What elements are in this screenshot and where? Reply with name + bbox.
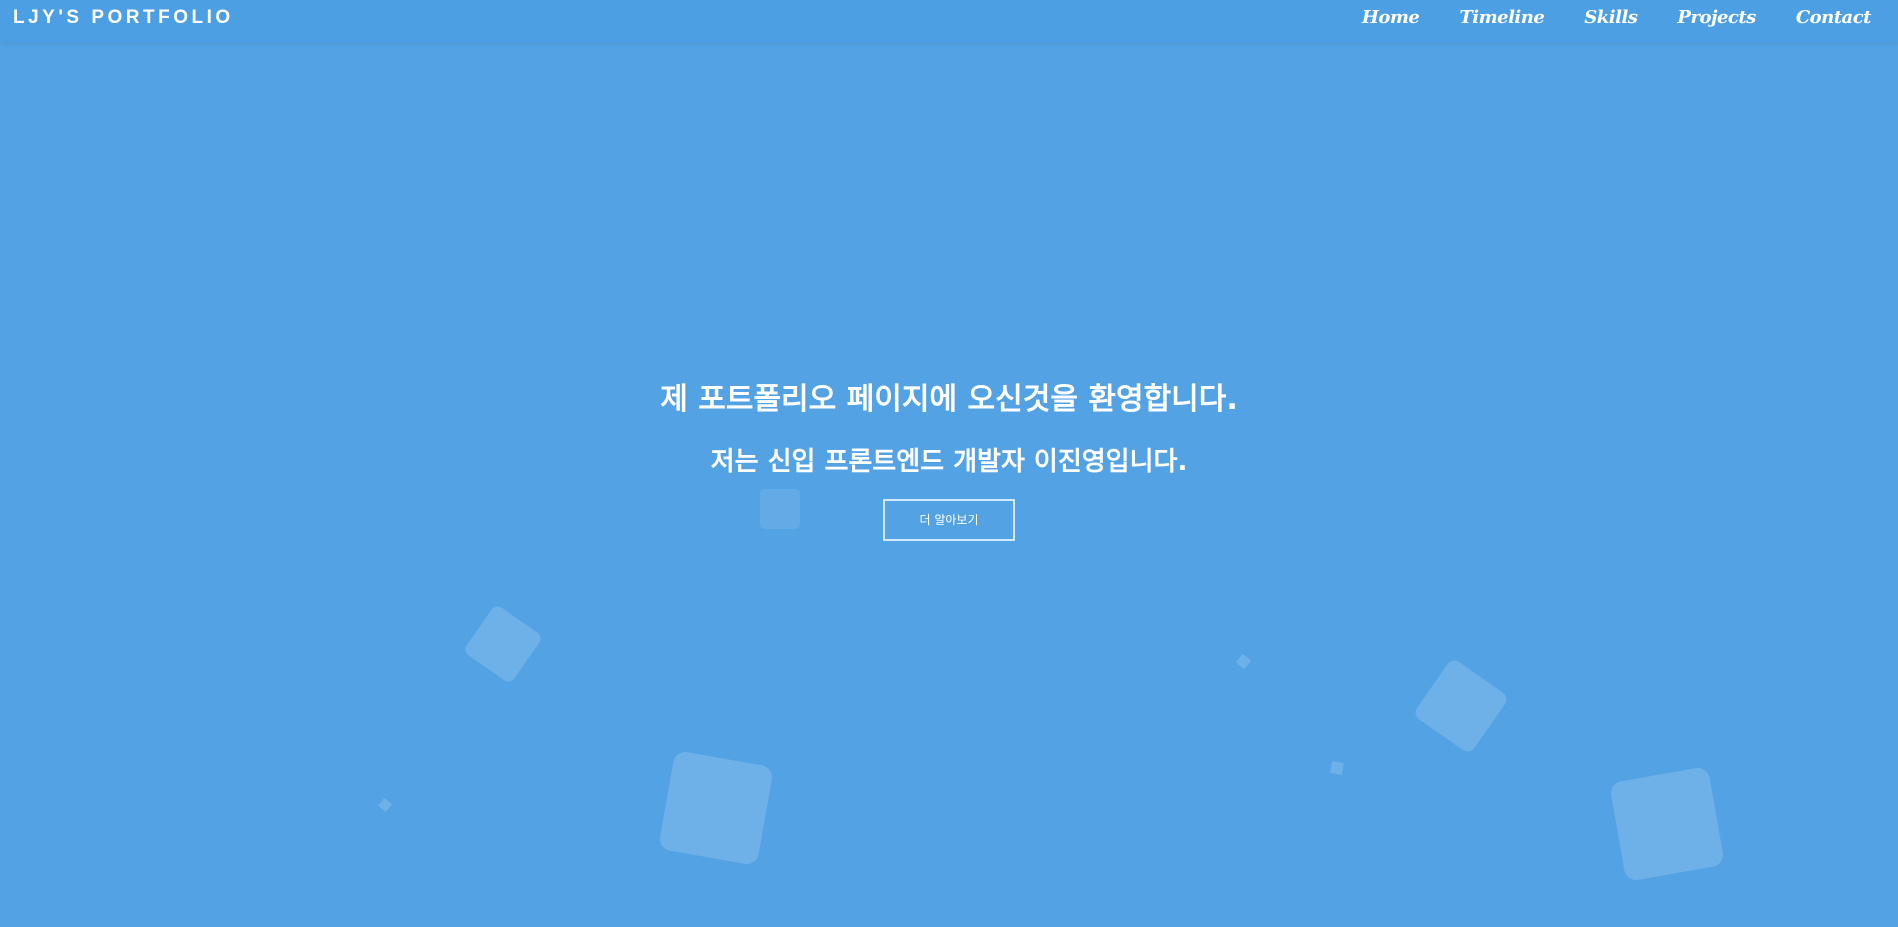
decorative-square: [1235, 653, 1252, 670]
nav-link-projects[interactable]: Projects: [1677, 7, 1756, 28]
decorative-square: [462, 603, 544, 685]
decorative-square: [1609, 766, 1725, 882]
nav-links: Home Timeline Skills Projects Contact: [1362, 7, 1872, 28]
nav-link-timeline[interactable]: Timeline: [1459, 7, 1544, 28]
learn-more-button[interactable]: 더 알아보기: [883, 499, 1015, 541]
decorative-square: [1330, 761, 1344, 775]
decorative-square: [377, 797, 393, 813]
brand-logo[interactable]: LJY'S PORTFOLIO: [13, 7, 234, 29]
hero-subline: 저는 신입 프론트엔드 개발자 이진영입니다.: [710, 447, 1188, 477]
hero-content: 제 포트폴리오 페이지에 오신것을 환영합니다. 저는 신입 프론트엔드 개발자…: [0, 380, 1898, 541]
decorative-square: [658, 750, 774, 866]
hero-headline: 제 포트폴리오 페이지에 오신것을 환영합니다.: [660, 382, 1238, 417]
hero-section: 제 포트폴리오 페이지에 오신것을 환영합니다. 저는 신입 프론트엔드 개발자…: [0, 42, 1898, 927]
nav-link-skills[interactable]: Skills: [1584, 7, 1638, 28]
nav-link-contact[interactable]: Contact: [1796, 7, 1872, 28]
top-navbar: LJY'S PORTFOLIO Home Timeline Skills Pro…: [0, 0, 1898, 42]
nav-link-home[interactable]: Home: [1362, 7, 1420, 28]
decorative-square: [1412, 657, 1510, 755]
